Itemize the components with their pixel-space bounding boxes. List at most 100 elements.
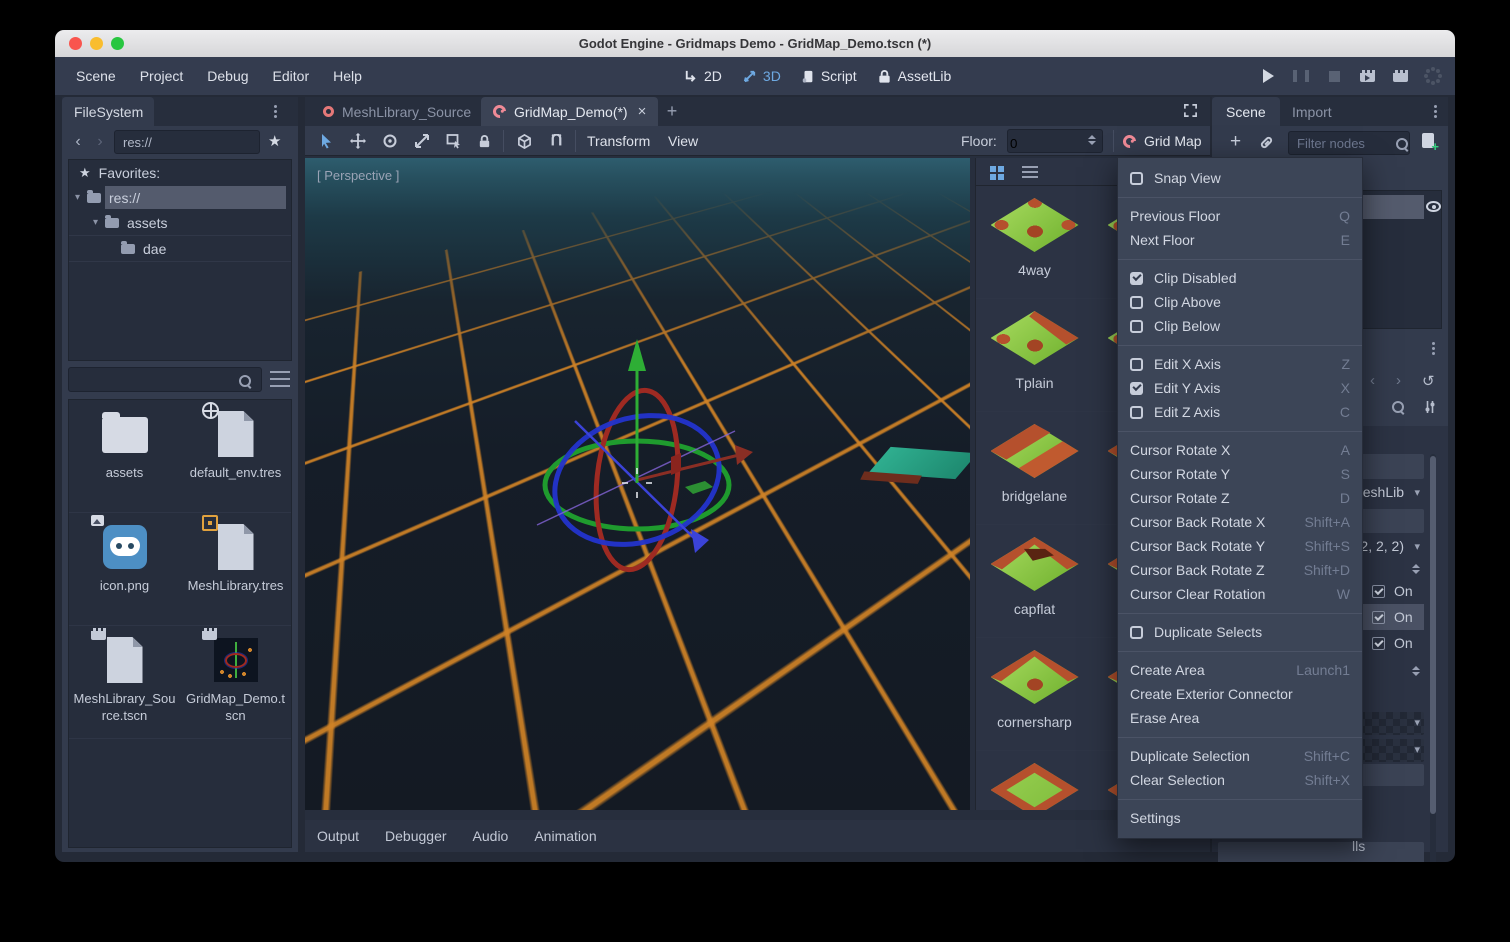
menu-item[interactable]: Create Area Launch1 <box>1118 658 1362 682</box>
bottom-panel-tab[interactable]: Debugger <box>385 828 447 844</box>
minimize-window-button[interactable] <box>90 37 103 50</box>
scene-tab-gridmap-demo[interactable]: GridMap_Demo(*) × <box>481 97 658 126</box>
menu-item[interactable] <box>1118 190 1362 204</box>
menu-item[interactable] <box>1118 730 1362 744</box>
menu-item[interactable]: Clip Above <box>1118 290 1362 314</box>
scene-dock-menu-icon[interactable] <box>1434 105 1437 108</box>
palette-item[interactable]: Tplain <box>976 299 1093 411</box>
visibility-eye-icon[interactable] <box>1426 200 1441 213</box>
bottom-panel-tab[interactable]: Animation <box>534 828 596 844</box>
inspector-scrollbar[interactable] <box>1430 454 1436 862</box>
menu-item[interactable]: Cursor Back Rotate X Shift+A <box>1118 510 1362 534</box>
filter-nodes-input[interactable] <box>1288 131 1410 155</box>
tree-item-res[interactable]: ▾ res:// <box>69 185 291 210</box>
stop-button[interactable] <box>1326 68 1342 84</box>
menu-item[interactable]: Duplicate Selects <box>1118 620 1362 644</box>
chevron-down-icon[interactable]: ▾ <box>1414 716 1420 729</box>
scale-mode-button[interactable] <box>409 129 435 153</box>
tab-filesystem[interactable]: FileSystem <box>62 97 154 126</box>
menu-item[interactable]: Previous Floor Q <box>1118 204 1362 228</box>
spinbox-updown-icon[interactable] <box>1088 135 1096 145</box>
filesystem-dock-menu-icon[interactable] <box>274 105 277 108</box>
menu-bar-item[interactable]: Help <box>333 68 362 84</box>
gridmap-menu-button[interactable]: Grid Map <box>1123 126 1202 156</box>
tree-item-assets[interactable]: ▾ assets <box>69 210 291 236</box>
chevron-down-icon[interactable]: ▾ <box>1414 540 1420 553</box>
file-item[interactable]: GridMap_Demo.tscn <box>180 626 291 738</box>
menu-item[interactable]: Cursor Back Rotate Z Shift+D <box>1118 558 1362 582</box>
menu-item[interactable] <box>1118 644 1362 658</box>
inspector-field[interactable] <box>1218 842 1424 862</box>
file-item[interactable]: default_env.tres <box>180 400 291 512</box>
menu-item[interactable] <box>1118 424 1362 438</box>
file-search-input[interactable] <box>68 367 262 392</box>
new-scene-tab-button[interactable]: + <box>661 99 683 123</box>
checkbox-icon[interactable] <box>1372 637 1385 650</box>
transform-menu[interactable]: Transform <box>587 126 650 156</box>
menu-bar-item[interactable]: Project <box>140 68 184 84</box>
inspector-dock-menu-icon[interactable] <box>1432 342 1435 345</box>
scrollbar-thumb[interactable] <box>1430 456 1436 814</box>
bottom-panel-tab[interactable]: Audio <box>473 828 509 844</box>
favorite-toggle-button[interactable]: ★ <box>268 132 281 150</box>
menu-bar-item[interactable]: Debug <box>207 68 248 84</box>
move-mode-button[interactable] <box>345 129 371 153</box>
chevron-down-icon[interactable]: ▾ <box>1414 486 1420 499</box>
chevron-down-icon[interactable]: ▾ <box>1414 743 1420 756</box>
menu-item[interactable]: Create Exterior Connector <box>1118 682 1362 706</box>
workspace-assetlib[interactable]: AssetLib <box>877 68 952 84</box>
menu-item[interactable]: Cursor Back Rotate Y Shift+S <box>1118 534 1362 558</box>
bottom-panel-tab[interactable]: Output <box>317 828 359 844</box>
menu-item[interactable]: Edit Y Axis X <box>1118 376 1362 400</box>
checkbox-icon[interactable] <box>1372 585 1385 598</box>
spinbox-updown-icon[interactable] <box>1412 564 1420 574</box>
thumbnail-view-icon[interactable] <box>990 166 996 172</box>
play-custom-scene-button[interactable] <box>1392 68 1408 84</box>
viewport-3d[interactable]: [ Perspective ] <box>305 158 970 810</box>
history-forward-button[interactable]: › <box>90 130 110 154</box>
lock-selected-button[interactable] <box>471 129 497 153</box>
menu-item[interactable]: Settings <box>1118 806 1362 830</box>
menu-item[interactable]: Cursor Rotate X A <box>1118 438 1362 462</box>
menu-item[interactable]: Cursor Rotate Y S <box>1118 462 1362 486</box>
palette-item[interactable]: capflat <box>976 525 1093 637</box>
workspace-2d[interactable]: 2D <box>683 68 722 84</box>
list-view-icon[interactable] <box>1022 166 1038 178</box>
menu-item[interactable]: Clear Selection Shift+X <box>1118 768 1362 792</box>
tab-scene[interactable]: Scene <box>1212 97 1280 126</box>
inspector-tools-icon[interactable] <box>1424 400 1436 414</box>
file-list-display-mode-button[interactable] <box>270 371 290 387</box>
floor-spinbox[interactable] <box>1007 129 1103 153</box>
pause-button[interactable] <box>1293 68 1309 84</box>
checkbox-icon[interactable] <box>1372 611 1385 624</box>
view-menu[interactable]: View <box>668 126 698 156</box>
play-button[interactable] <box>1260 68 1276 84</box>
inspector-back-button[interactable]: ‹ <box>1370 372 1375 389</box>
history-back-button[interactable]: ‹ <box>68 130 88 154</box>
chevron-down-icon[interactable]: ▾ <box>75 192 87 203</box>
menu-item[interactable] <box>1118 792 1362 806</box>
menu-item[interactable]: Clip Below <box>1118 314 1362 338</box>
menu-item[interactable]: Next Floor E <box>1118 228 1362 252</box>
instance-scene-icon[interactable] <box>1259 135 1273 149</box>
inspector-forward-button[interactable]: › <box>1396 372 1401 389</box>
distraction-free-mode-icon[interactable] <box>1183 103 1198 121</box>
tree-item-favorites[interactable]: ★ Favorites: <box>69 160 291 185</box>
menu-bar-item[interactable]: Editor <box>273 68 310 84</box>
attach-script-icon[interactable] <box>1422 133 1434 148</box>
list-select-button[interactable] <box>441 129 467 153</box>
workspace-3d[interactable]: 3D <box>742 68 781 84</box>
spinbox-updown-icon[interactable] <box>1412 666 1420 676</box>
close-window-button[interactable] <box>69 37 82 50</box>
palette-item[interactable]: bridgelane <box>976 412 1093 524</box>
transform-gizmo[interactable] <box>467 325 807 635</box>
scene-tab-meshlibrary-source[interactable]: MeshLibrary_Source <box>311 97 483 126</box>
history-icon[interactable]: ↺ <box>1422 372 1435 390</box>
snap-toggle-button[interactable] <box>543 129 569 153</box>
palette-item[interactable]: 4way <box>976 186 1093 298</box>
play-scene-button[interactable] <box>1359 68 1375 84</box>
menu-item[interactable]: Cursor Rotate Z D <box>1118 486 1362 510</box>
path-input[interactable] <box>114 130 260 154</box>
palette-item[interactable] <box>976 751 1093 810</box>
select-mode-button[interactable] <box>313 129 339 153</box>
